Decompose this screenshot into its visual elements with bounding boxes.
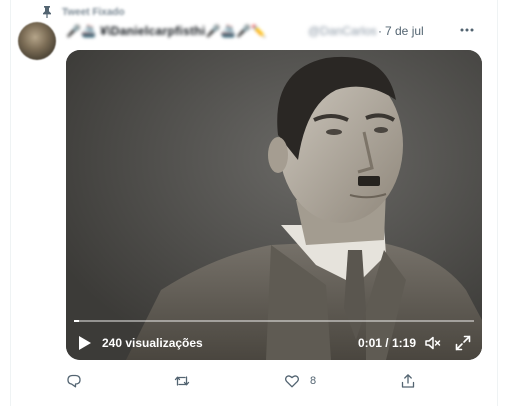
- reply-icon: [67, 374, 81, 388]
- reply-button[interactable]: [66, 370, 82, 392]
- fullscreen-icon[interactable]: [454, 334, 472, 352]
- pinned-indicator: Tweet Fixado: [42, 5, 125, 19]
- more-horizontal-icon: [460, 28, 474, 32]
- video-frame: [66, 50, 482, 360]
- author-name[interactable]: 🎤🚢 ¥\Danielcarpfisthi🎤🚢🎤✏️: [66, 24, 302, 38]
- tweet-actions: 8: [66, 370, 482, 392]
- more-options-button[interactable]: [458, 21, 476, 39]
- tweet-header: 🎤🚢 ¥\Danielcarpfisthi🎤🚢🎤✏️ @DanCarlos · …: [66, 22, 486, 40]
- pin-icon: [43, 6, 51, 18]
- author-handle[interactable]: @DanCarlos: [308, 24, 376, 38]
- video-time: 0:01 / 1:19: [357, 336, 416, 350]
- share-button[interactable]: [400, 370, 416, 392]
- share-icon: [401, 374, 415, 388]
- tweet-date[interactable]: 7 de jul: [385, 24, 424, 38]
- retweet-button[interactable]: [174, 370, 190, 392]
- volume-icon[interactable]: [424, 334, 442, 352]
- like-count: 8: [310, 375, 317, 387]
- video-controls: 240 visualizações 0:01 / 1:19: [66, 326, 482, 360]
- pinned-label: Tweet Fixado: [62, 6, 125, 18]
- heart-icon: [285, 375, 299, 388]
- separator-dot: ·: [378, 24, 382, 38]
- retweet-icon: [174, 376, 190, 386]
- video-progress-bar[interactable]: [74, 320, 474, 322]
- video-player[interactable]: 240 visualizações 0:01 / 1:19: [66, 50, 482, 360]
- avatar[interactable]: [18, 22, 56, 60]
- view-count: 240 visualizações: [102, 336, 203, 350]
- like-button[interactable]: 8: [284, 370, 316, 392]
- video-progress-fill: [74, 320, 80, 322]
- play-icon[interactable]: [78, 335, 92, 351]
